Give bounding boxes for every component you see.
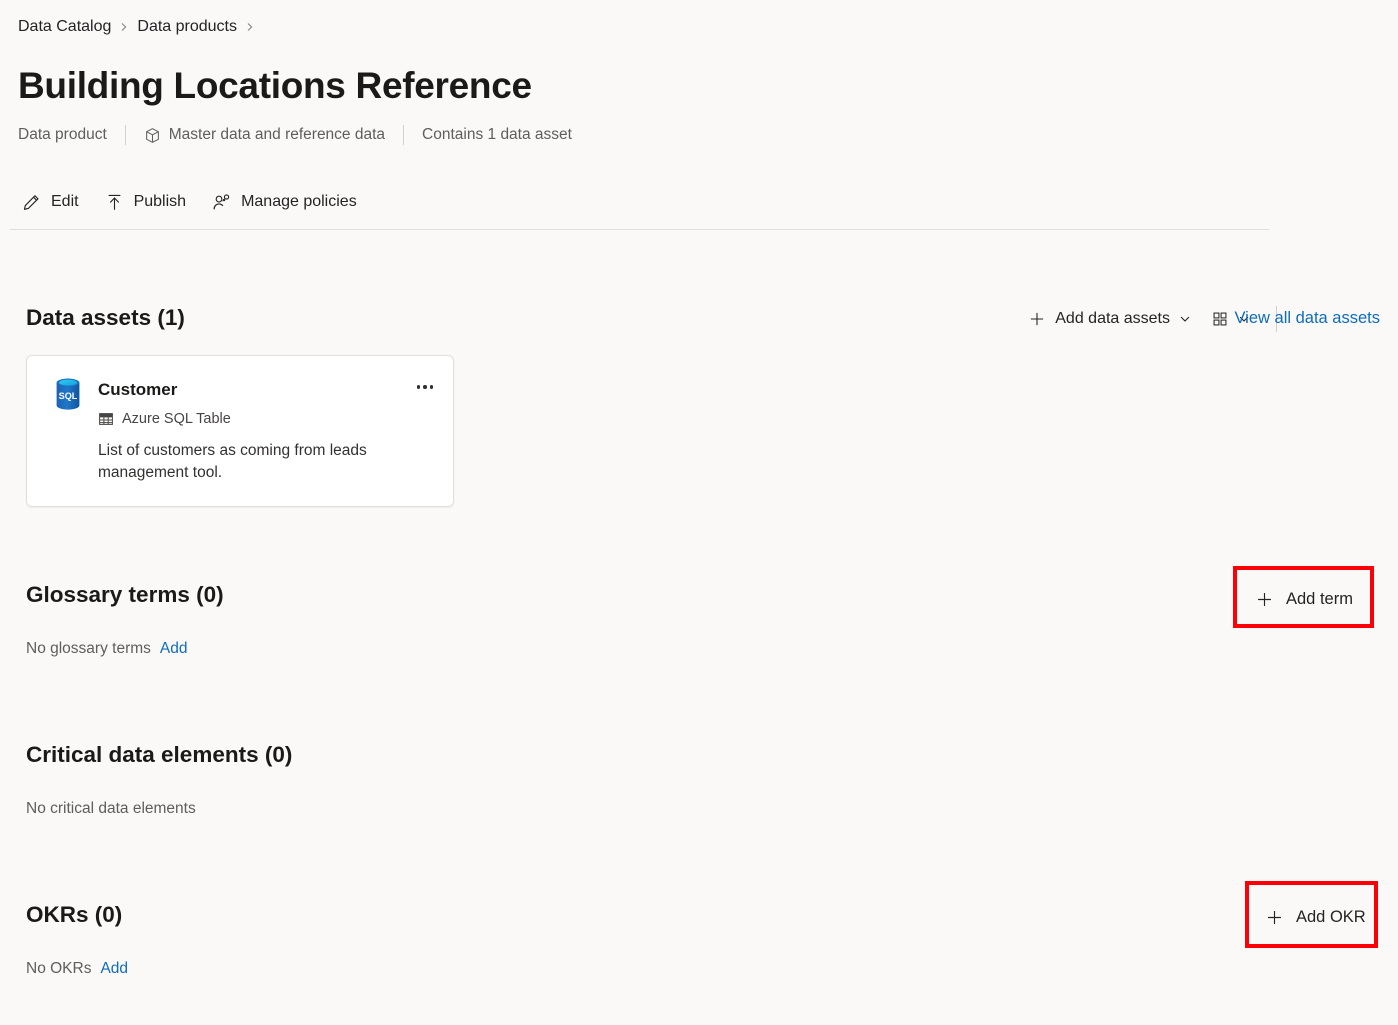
person-key-icon <box>212 193 231 212</box>
svg-text:SQL: SQL <box>59 391 78 401</box>
okrs-heading: OKRs (0) <box>26 902 123 927</box>
add-okr-button[interactable]: Add OKR <box>1257 900 1374 934</box>
add-term-button[interactable]: Add term <box>1247 582 1361 616</box>
plus-icon-add-okr <box>1265 908 1284 927</box>
publish-button[interactable]: Publish <box>101 185 198 219</box>
header-divider <box>10 229 1269 230</box>
meta-domain: Master data and reference data <box>144 124 385 146</box>
chevron-right-icon <box>119 22 129 32</box>
breadcrumb: Data Catalog Data products <box>18 16 255 38</box>
publish-button-label: Publish <box>133 193 187 210</box>
edit-button-label: Edit <box>51 193 79 210</box>
okrs-empty-label: No OKRs <box>26 960 92 977</box>
okrs-empty: No OKRs Add <box>26 958 128 979</box>
glossary-terms-empty: No glossary terms Add <box>26 638 188 659</box>
table-icon <box>98 411 114 427</box>
critical-data-elements-empty-label: No critical data elements <box>26 800 196 817</box>
add-term-button-label: Add term <box>1286 590 1353 608</box>
chevron-down-icon <box>1179 313 1191 325</box>
page-title: Building Locations Reference <box>18 65 532 106</box>
more-options-icon[interactable] <box>411 374 439 400</box>
critical-data-elements-empty: No critical data elements <box>26 798 196 819</box>
manage-policies-button[interactable]: Manage policies <box>208 185 369 219</box>
data-asset-card-description: List of customers as coming from leads m… <box>98 442 367 481</box>
add-okr-button-label: Add OKR <box>1296 908 1366 926</box>
meta-contains: Contains 1 data asset <box>422 126 572 143</box>
meta-kind: Data product <box>18 126 107 143</box>
cube-icon <box>144 127 161 144</box>
data-assets-heading: Data assets (1) <box>26 305 185 330</box>
meta-divider-2 <box>403 125 405 145</box>
data-asset-card-type-label: Azure SQL Table <box>122 411 231 427</box>
data-asset-card-type: Azure SQL Table <box>98 409 231 429</box>
edit-button[interactable]: Edit <box>18 185 91 219</box>
command-bar: Edit Publish Manage policies <box>18 185 369 219</box>
breadcrumb-item-data-catalog[interactable]: Data Catalog <box>18 16 111 38</box>
critical-data-elements-heading: Critical data elements (0) <box>26 742 293 767</box>
data-asset-card[interactable]: SQL Customer Azure SQL Table List of cus… <box>26 355 454 507</box>
add-data-assets-label: Add data assets <box>1055 310 1170 327</box>
okrs-add-link[interactable]: Add <box>100 958 128 979</box>
data-asset-card-title[interactable]: Customer <box>98 378 177 401</box>
plus-icon-add-term <box>1255 590 1274 609</box>
header-meta-row: Data product Master data and reference d… <box>18 124 572 146</box>
chevron-right-icon-2 <box>245 22 255 32</box>
breadcrumb-item-data-products[interactable]: Data products <box>137 16 237 38</box>
meta-divider-1 <box>124 125 126 145</box>
pencil-icon <box>22 193 41 212</box>
data-product-detail-page: Data Catalog Data products Building Loca… <box>0 0 1398 1025</box>
glossary-terms-empty-label: No glossary terms <box>26 640 151 657</box>
glossary-terms-add-link[interactable]: Add <box>160 638 188 659</box>
grid-view-icon <box>1211 310 1229 328</box>
plus-icon <box>1028 310 1046 328</box>
add-data-assets-button[interactable]: Add data assets <box>1018 303 1201 335</box>
azure-sql-database-icon: SQL <box>49 375 87 413</box>
manage-policies-button-label: Manage policies <box>241 193 357 210</box>
view-all-data-assets-link[interactable]: View all data assets <box>1234 307 1380 329</box>
meta-domain-label: Master data and reference data <box>168 126 386 143</box>
glossary-terms-heading: Glossary terms (0) <box>26 582 224 607</box>
upload-arrow-icon <box>105 193 124 212</box>
